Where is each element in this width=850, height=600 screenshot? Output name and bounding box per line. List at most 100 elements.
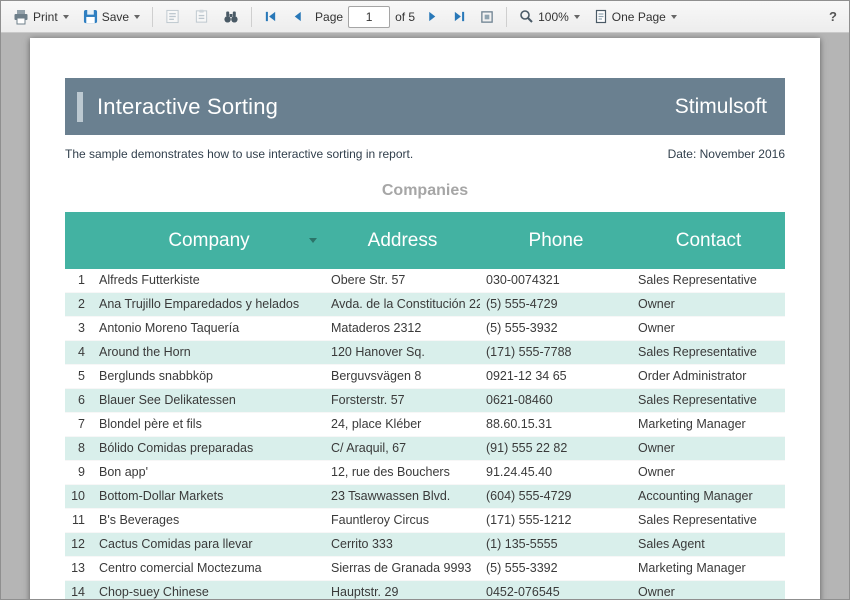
toolbar-separator — [152, 7, 153, 27]
row-number-cell: 13 — [65, 557, 93, 581]
next-page-icon — [426, 10, 439, 23]
company-cell: Berglunds snabbköp — [93, 365, 325, 389]
phone-cell: (5) 555-3392 — [480, 557, 632, 581]
chevron-down-icon — [574, 15, 580, 19]
chevron-down-icon — [63, 15, 69, 19]
help-label: ? — [829, 9, 837, 24]
next-page-button[interactable] — [420, 6, 445, 27]
company-cell: Bólido Comidas preparadas — [93, 437, 325, 461]
table-row: 1 Alfreds Futterkiste Obere Str. 57 030-… — [65, 269, 785, 293]
page-label: Page — [312, 10, 346, 24]
company-cell: Ana Trujillo Emparedados y helados — [93, 293, 325, 317]
first-page-button[interactable] — [258, 6, 283, 27]
table-header-row: Company Address Phone Contact — [65, 212, 785, 269]
table-row: 11 B's Beverages Fauntleroy Circus (171)… — [65, 509, 785, 533]
company-header-label: Company — [168, 230, 249, 251]
phone-cell: (171) 555-7788 — [480, 341, 632, 365]
save-button[interactable]: Save — [77, 5, 146, 28]
find-button[interactable] — [217, 5, 245, 29]
report-header-band: Interactive Sorting Stimulsoft — [65, 78, 785, 135]
table-row: 6 Blauer See Delikatessen Forsterstr. 57… — [65, 389, 785, 413]
table-row: 8 Bólido Comidas preparadas C/ Araquil, … — [65, 437, 785, 461]
company-cell: Around the Horn — [93, 341, 325, 365]
viewer-toolbar: Print Save — [1, 1, 849, 33]
row-number-cell: 5 — [65, 365, 93, 389]
phone-cell: (604) 555-4729 — [480, 485, 632, 509]
table-row: 3 Antonio Moreno Taquería Mataderos 2312… — [65, 317, 785, 341]
bookmarks-panel-icon — [165, 9, 180, 24]
company-cell: Antonio Moreno Taquería — [93, 317, 325, 341]
phone-cell: 91.24.45.40 — [480, 461, 632, 485]
row-number-cell: 11 — [65, 509, 93, 533]
last-page-icon — [453, 10, 466, 23]
prev-page-button[interactable] — [285, 6, 310, 27]
view-mode-button[interactable]: One Page — [588, 5, 683, 28]
phone-cell: (5) 555-3932 — [480, 317, 632, 341]
page-count-label: of 5 — [392, 10, 418, 24]
phone-cell: (5) 555-4729 — [480, 293, 632, 317]
table-row: 9 Bon app' 12, rue des Bouchers 91.24.45… — [65, 461, 785, 485]
fullscreen-icon — [480, 10, 494, 24]
chevron-down-icon — [134, 15, 140, 19]
table-row: 14 Chop-suey Chinese Hauptstr. 29 0452-0… — [65, 581, 785, 600]
row-number-cell: 12 — [65, 533, 93, 557]
report-meta-row: The sample demonstrates how to use inter… — [65, 147, 785, 161]
bookmarks-button[interactable] — [159, 5, 186, 28]
zoom-button[interactable]: 100% — [513, 5, 586, 28]
report-page: Interactive Sorting Stimulsoft The sampl… — [30, 38, 820, 599]
contact-cell: Owner — [632, 293, 785, 317]
sort-indicator-icon — [309, 238, 317, 243]
header-cell-contact[interactable]: Contact — [632, 212, 785, 269]
company-cell: Blondel père et fils — [93, 413, 325, 437]
header-cell-company[interactable]: Company — [93, 212, 325, 269]
view-mode-label: One Page — [612, 10, 666, 24]
table-row: 7 Blondel père et fils 24, place Kléber … — [65, 413, 785, 437]
last-page-button[interactable] — [447, 6, 472, 27]
report-description: The sample demonstrates how to use inter… — [65, 147, 413, 161]
company-table-body: 1 Alfreds Futterkiste Obere Str. 57 030-… — [65, 269, 785, 599]
company-cell: Blauer See Delikatessen — [93, 389, 325, 413]
header-cell-phone[interactable]: Phone — [480, 212, 632, 269]
phone-cell: (91) 555 22 82 — [480, 437, 632, 461]
printer-icon — [13, 9, 29, 25]
companies-table: Company Address Phone Contact 1 Alfreds … — [65, 212, 785, 599]
report-date: Date: November 2016 — [668, 147, 785, 161]
table-row: 10 Bottom-Dollar Markets 23 Tsawwassen B… — [65, 485, 785, 509]
find-binoculars-icon — [223, 9, 239, 25]
row-number-cell: 1 — [65, 269, 93, 293]
help-button[interactable]: ? — [823, 5, 843, 28]
parameters-panel-icon — [194, 9, 209, 24]
header-cell-number — [65, 212, 93, 269]
company-cell: Cactus Comidas para llevar — [93, 533, 325, 557]
row-number-cell: 2 — [65, 293, 93, 317]
address-cell: 120 Hanover Sq. — [325, 341, 480, 365]
contact-cell: Owner — [632, 317, 785, 341]
address-cell: Sierras de Granada 9993 — [325, 557, 480, 581]
company-cell: Bon app' — [93, 461, 325, 485]
page-number-input[interactable] — [348, 6, 390, 28]
phone-cell: 0621-08460 — [480, 389, 632, 413]
phone-cell: 0452-076545 — [480, 581, 632, 600]
print-button-label: Print — [33, 10, 58, 24]
address-cell: Obere Str. 57 — [325, 269, 480, 293]
contact-cell: Owner — [632, 461, 785, 485]
save-button-label: Save — [102, 10, 129, 24]
phone-cell: 88.60.15.31 — [480, 413, 632, 437]
row-number-cell: 14 — [65, 581, 93, 600]
address-cell: C/ Araquil, 67 — [325, 437, 480, 461]
phone-cell: (171) 555-1212 — [480, 509, 632, 533]
fullscreen-button[interactable] — [474, 6, 500, 28]
report-viewport[interactable]: Interactive Sorting Stimulsoft The sampl… — [1, 33, 849, 599]
toolbar-separator — [506, 7, 507, 27]
address-cell: Berguvsvägen 8 — [325, 365, 480, 389]
zoom-value-label: 100% — [538, 10, 569, 24]
chevron-down-icon — [671, 15, 677, 19]
address-cell: Forsterstr. 57 — [325, 389, 480, 413]
contact-cell: Sales Representative — [632, 509, 785, 533]
header-cell-address[interactable]: Address — [325, 212, 480, 269]
print-button[interactable]: Print — [7, 5, 75, 29]
save-icon — [83, 9, 98, 24]
company-cell: Chop-suey Chinese — [93, 581, 325, 600]
parameters-button[interactable] — [188, 5, 215, 28]
row-number-cell: 4 — [65, 341, 93, 365]
